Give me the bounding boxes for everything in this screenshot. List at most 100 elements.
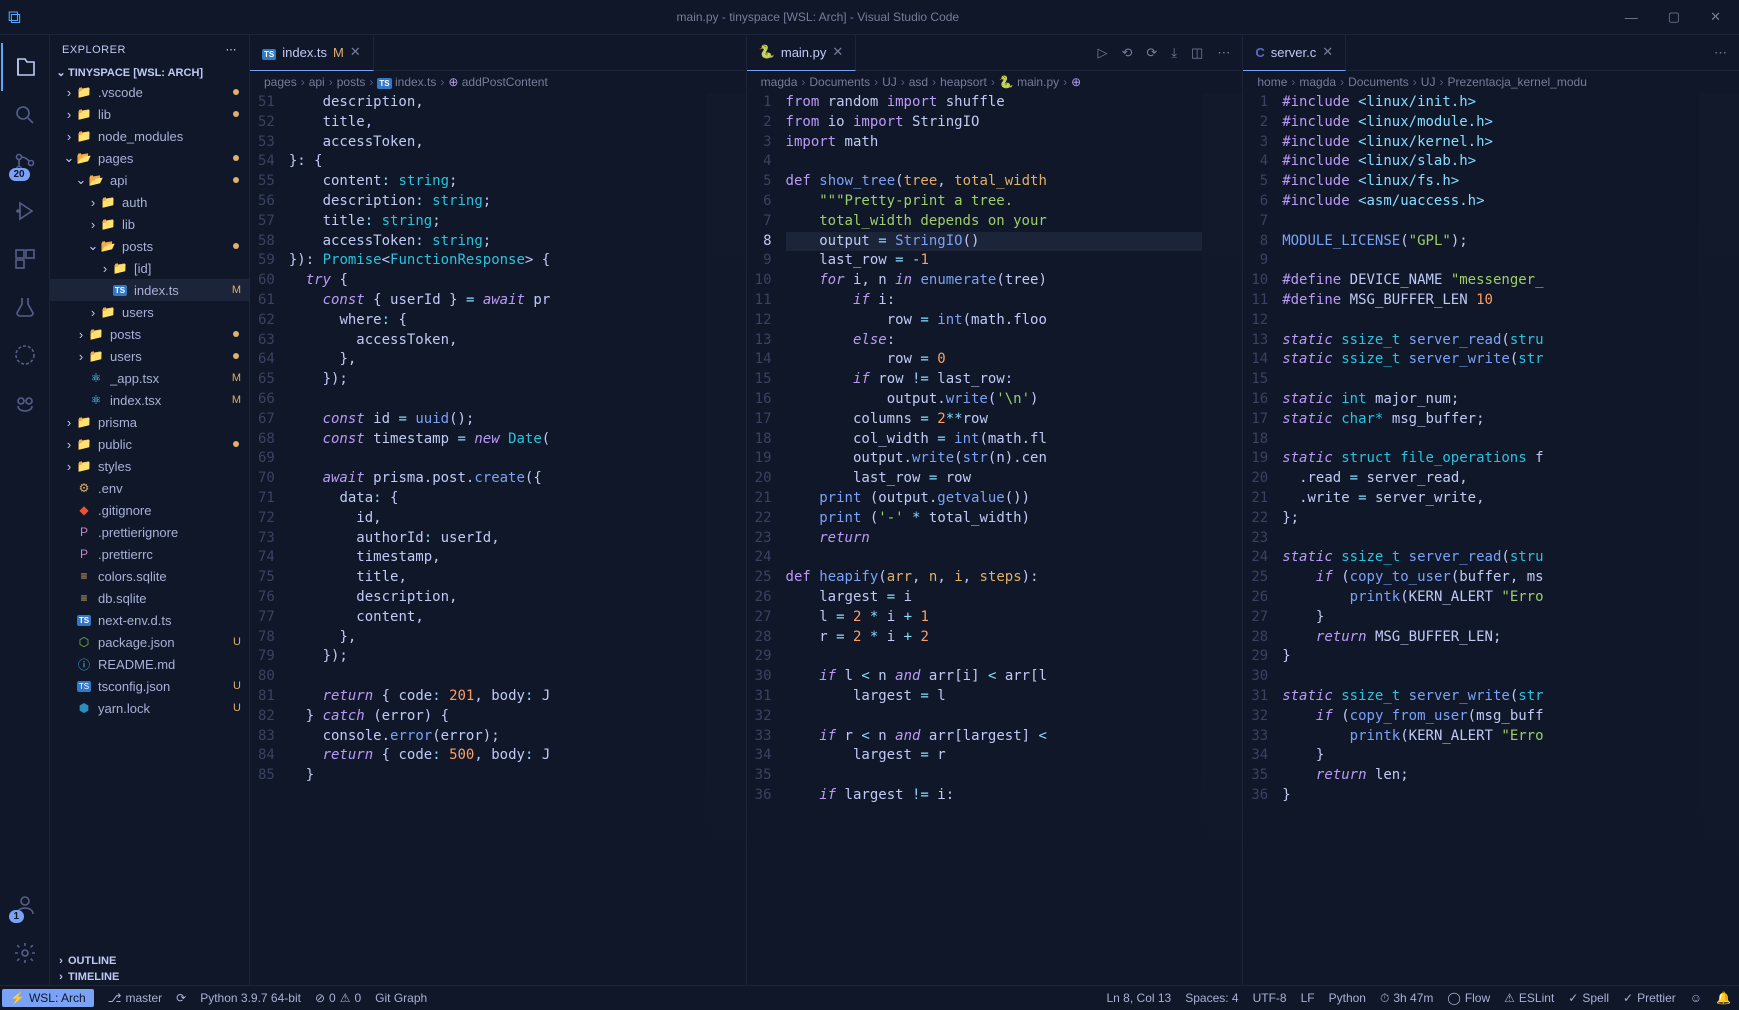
- more-icon[interactable]: ⋯: [1217, 45, 1230, 61]
- close-button[interactable]: ✕: [1700, 5, 1731, 29]
- code-editor[interactable]: 5152535455565758596061626364656667686970…: [250, 93, 746, 985]
- close-tab-icon[interactable]: ✕: [832, 44, 843, 60]
- notifications-icon[interactable]: 🔔: [1716, 991, 1731, 1005]
- python-interpreter[interactable]: Python 3.9.7 64-bit: [200, 991, 301, 1005]
- tab-bar: C server.c ✕ ⋯: [1243, 35, 1739, 71]
- tree-item[interactable]: ⬢yarn.lockU: [50, 697, 249, 719]
- encoding[interactable]: UTF-8: [1253, 991, 1287, 1005]
- explorer-activity[interactable]: [1, 43, 49, 91]
- close-tab-icon[interactable]: ✕: [1322, 44, 1333, 60]
- tree-item[interactable]: ⚙.env: [50, 477, 249, 499]
- code-editor[interactable]: 1234567891011121314151617181920212223242…: [747, 93, 1243, 985]
- tree-item[interactable]: ⌄📂api: [50, 169, 249, 191]
- more-icon[interactable]: ⋯: [1714, 45, 1727, 61]
- close-tab-icon[interactable]: ✕: [350, 44, 361, 60]
- tree-item[interactable]: ≡colors.sqlite: [50, 565, 249, 587]
- tree-item[interactable]: ›📁auth: [50, 191, 249, 213]
- tree-item[interactable]: ›📁users: [50, 301, 249, 323]
- git-branch[interactable]: ⎇ master: [108, 991, 163, 1005]
- wakatime[interactable]: ⏱ 3h 47m: [1380, 991, 1433, 1006]
- folder-icon: 📂: [88, 172, 104, 188]
- timeline-header[interactable]: ›TIMELINE: [50, 969, 249, 985]
- maximize-button[interactable]: ▢: [1658, 5, 1690, 29]
- tree-item[interactable]: ⌄📂pages: [50, 147, 249, 169]
- problems[interactable]: ⊘ 0 ⚠ 0: [315, 991, 361, 1005]
- spell[interactable]: ✓ Spell: [1568, 991, 1609, 1005]
- settings-activity[interactable]: [1, 929, 49, 977]
- accounts-activity[interactable]: 1: [1, 881, 49, 929]
- tree-item[interactable]: ≡db.sqlite: [50, 587, 249, 609]
- workspace-header[interactable]: ⌄TINYSPACE [WSL: ARCH]: [50, 64, 249, 81]
- tree-item[interactable]: ›📁prisma: [50, 411, 249, 433]
- code-editor[interactable]: 1234567891011121314151617181920212223242…: [1243, 93, 1739, 985]
- code-content[interactable]: description, title, accessToken,}: { con…: [289, 93, 706, 985]
- file-icon: P: [76, 524, 92, 540]
- tree-item[interactable]: ›📁users: [50, 345, 249, 367]
- tree-item[interactable]: ›📁[id]: [50, 257, 249, 279]
- code-content[interactable]: from random import shufflefrom io import…: [786, 93, 1203, 985]
- scm-activity[interactable]: 20: [1, 139, 49, 187]
- tree-item[interactable]: TSindex.tsM: [50, 279, 249, 301]
- tree-item[interactable]: P.prettierignore: [50, 521, 249, 543]
- tree-item[interactable]: P.prettierrc: [50, 543, 249, 565]
- breadcrumb[interactable]: pages›api›posts›TS index.ts›⊕ addPostCon…: [250, 71, 746, 93]
- code-content[interactable]: #include <linux/init.h>#include <linux/m…: [1282, 93, 1699, 985]
- cursor-position[interactable]: Ln 8, Col 13: [1107, 991, 1172, 1005]
- outline-header[interactable]: ›OUTLINE: [50, 953, 249, 969]
- git-status: U: [233, 636, 245, 648]
- file-icon: TS: [76, 612, 92, 628]
- tree-item[interactable]: ›📁public: [50, 433, 249, 455]
- editor-tab[interactable]: 🐍 main.py ✕: [747, 35, 857, 71]
- split-icon[interactable]: ◫: [1191, 45, 1203, 61]
- minimap[interactable]: [706, 93, 746, 985]
- file-icon: TS: [76, 678, 92, 694]
- eslint[interactable]: ⚠ ESLint: [1504, 991, 1554, 1005]
- breadcrumb[interactable]: magda›Documents›UJ›asd›heapsort›🐍 main.p…: [747, 71, 1243, 93]
- tree-item[interactable]: ⚛index.tsxM: [50, 389, 249, 411]
- breadcrumb[interactable]: home›magda›Documents›UJ›Prezentacja_kern…: [1243, 71, 1739, 93]
- tree-item[interactable]: ›📁posts: [50, 323, 249, 345]
- copilot-activity[interactable]: [1, 379, 49, 427]
- indentation[interactable]: Spaces: 4: [1185, 991, 1238, 1005]
- file-icon: ⬡: [76, 634, 92, 650]
- sidebar-more-icon[interactable]: ⋯: [226, 43, 238, 56]
- tree-item[interactable]: ›📁styles: [50, 455, 249, 477]
- language-mode[interactable]: Python: [1329, 991, 1366, 1005]
- eol[interactable]: LF: [1301, 991, 1315, 1005]
- editor-tab[interactable]: C server.c ✕: [1243, 35, 1346, 71]
- tree-item[interactable]: ⓘREADME.md: [50, 653, 249, 675]
- tree-item[interactable]: ⚛_app.tsxM: [50, 367, 249, 389]
- timer-activity[interactable]: [1, 331, 49, 379]
- step2-icon[interactable]: ⟳: [1146, 45, 1157, 61]
- search-activity[interactable]: [1, 91, 49, 139]
- tree-item[interactable]: ›📁lib: [50, 103, 249, 125]
- minimap[interactable]: [1202, 93, 1242, 985]
- run-icon[interactable]: ▷: [1097, 45, 1107, 61]
- feedback-icon[interactable]: ☺: [1690, 991, 1702, 1005]
- sync-button[interactable]: ⟳: [176, 991, 186, 1005]
- extensions-activity[interactable]: [1, 235, 49, 283]
- prettier[interactable]: ✓ Prettier: [1623, 991, 1676, 1005]
- tree-item[interactable]: ›📁lib: [50, 213, 249, 235]
- file-icon: TS: [112, 282, 128, 298]
- file-icon: C: [1255, 45, 1264, 60]
- tree-item[interactable]: ⬡package.jsonU: [50, 631, 249, 653]
- debug-icon[interactable]: ⤓: [1171, 45, 1177, 61]
- flow[interactable]: ◯ Flow: [1447, 991, 1490, 1005]
- tab-label: server.c: [1271, 45, 1317, 60]
- minimap[interactable]: [1699, 93, 1739, 985]
- tree-item[interactable]: TStsconfig.jsonU: [50, 675, 249, 697]
- testing-activity[interactable]: [1, 283, 49, 331]
- debug-activity[interactable]: [1, 187, 49, 235]
- editor-tab[interactable]: TS index.ts M ✕: [250, 35, 374, 71]
- tree-item[interactable]: ◆.gitignore: [50, 499, 249, 521]
- tree-item[interactable]: ›📁node_modules: [50, 125, 249, 147]
- tree-item[interactable]: ›📁.vscode: [50, 81, 249, 103]
- git-graph[interactable]: Git Graph: [375, 991, 427, 1005]
- step-icon[interactable]: ⟲: [1121, 45, 1132, 61]
- remote-indicator[interactable]: ⚡ WSL: Arch: [2, 989, 94, 1007]
- tree-item[interactable]: TSnext-env.d.ts: [50, 609, 249, 631]
- minimize-button[interactable]: —: [1615, 6, 1648, 29]
- tree-item[interactable]: ⌄📂posts: [50, 235, 249, 257]
- title-bar: ⧉ main.py - tinyspace [WSL: Arch] - Visu…: [0, 0, 1739, 35]
